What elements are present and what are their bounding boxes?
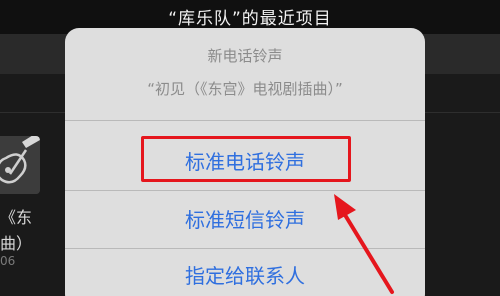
screen: “库乐队”的最近项目 《东 曲） 06 新电话铃声 “初见（《东宫》电视剧插曲）… [0, 0, 500, 296]
separator [65, 190, 425, 191]
guitar-icon [0, 136, 40, 194]
project-meta: 06 [0, 254, 16, 268]
project-thumbnail [0, 136, 40, 194]
ringtone-action-sheet: 新电话铃声 “初见（《东宫》电视剧插曲）” 标准电话铃声 标准短信铃声 指定给联… [65, 28, 425, 296]
separator [65, 120, 425, 121]
assign-to-contact-option[interactable]: 指定给联系人 [65, 260, 425, 289]
separator [65, 248, 425, 249]
project-name-line1: 《东 [0, 208, 33, 227]
action-sheet-subtitle: “初见（《东宫》电视剧插曲）” [147, 80, 343, 98]
standard-ringtone-option[interactable]: 标准电话铃声 [65, 146, 425, 175]
standard-text-tone-option[interactable]: 标准短信铃声 [65, 204, 425, 233]
action-sheet-title: 新电话铃声 [207, 47, 283, 65]
action-sheet-header: 新电话铃声 “初见（《东宫》电视剧插曲）” [65, 28, 425, 120]
project-name-line2: 曲） [0, 234, 33, 253]
page-title: “库乐队”的最近项目 [168, 9, 332, 29]
